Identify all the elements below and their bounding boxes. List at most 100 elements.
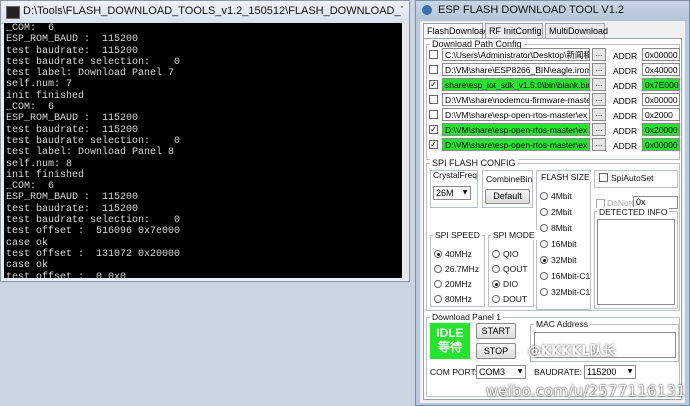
address-field[interactable]: 0x20000	[642, 123, 680, 136]
console-line: ESP_ROM_BAUD : 115200	[6, 113, 139, 125]
console-line: _COM: 6	[6, 23, 55, 34]
browse-button[interactable]: ...	[592, 138, 606, 151]
file-enable-checkbox[interactable]: ✓	[429, 140, 438, 149]
console-line: case ok	[6, 260, 49, 272]
addr-label: ADDR	[613, 111, 638, 121]
console-title: D:\Tools\FLASH_DOWNLOAD_TOOLS_v1.2_15051…	[23, 5, 403, 17]
default-button[interactable]: Default	[485, 189, 530, 204]
flash-size-radio[interactable]	[540, 240, 548, 248]
file-path-field[interactable]: D:\VM\share\ESP8266_BIN\eagle.irom0	[442, 63, 590, 76]
file-path-field[interactable]: share\esp_iot_sdk_v1.5.0\bin\blank.bin	[442, 78, 590, 91]
start-button[interactable]: START	[476, 323, 516, 339]
file-path-field[interactable]: D:\VM\share\esp-open-rtos-master\ex	[442, 108, 590, 121]
address-field[interactable]: 0x00000	[642, 48, 680, 61]
file-path-field[interactable]: D:\VM\share\nodemcu-firmware-maste	[442, 93, 590, 106]
spi-speed-radio[interactable]	[434, 295, 442, 303]
address-field[interactable]: 0x7E000	[642, 78, 680, 91]
baudrate-select[interactable]: 115200 ▼	[584, 365, 636, 379]
flash-size-radio[interactable]	[540, 224, 548, 232]
file-enable-checkbox[interactable]	[429, 65, 438, 74]
flash-size-option-label: 8Mbit	[551, 223, 572, 233]
console-line: test baudrate: 115200	[6, 124, 139, 136]
stop-button[interactable]: STOP	[476, 343, 516, 359]
spi-mode-radio[interactable]	[492, 265, 500, 273]
download-path-row: D:\VM\share\esp-open-rtos-master\ex... AD…	[424, 108, 682, 122]
address-field[interactable]: 0x00000	[642, 93, 680, 106]
tab-rf-init-config[interactable]: RF InitConfig	[485, 23, 543, 38]
spi-mode-radio[interactable]	[492, 280, 500, 288]
flash-size-radio[interactable]	[540, 288, 548, 296]
status-text-cn: 等待	[437, 340, 462, 354]
file-enable-checkbox[interactable]: ✓	[429, 125, 438, 134]
tab-flash-download[interactable]: FlashDownload	[423, 23, 489, 39]
spi-flash-config-label: SPI FLASH CONFIG	[430, 158, 518, 168]
console-scrollbar[interactable]	[403, 23, 409, 279]
download-path-row: C:\Users\Administrator\Desktop\新闻稿... ADD…	[424, 48, 682, 62]
browse-button[interactable]: ...	[592, 78, 606, 91]
browse-button[interactable]: ...	[592, 108, 606, 121]
tool-title: ESP FLASH DOWNLOAD TOOL V1.2	[438, 4, 625, 16]
com-port-select[interactable]: COM3 ▼	[476, 365, 526, 379]
spi-speed-radio[interactable]	[434, 265, 442, 273]
spi-auto-set-checkbox[interactable]	[599, 173, 608, 182]
addr-label: ADDR	[613, 96, 638, 106]
console-line: test baudrate selection: 0	[6, 56, 181, 68]
esp-app-icon	[422, 5, 432, 15]
console-line: test offset : 516096 0x7e000	[6, 226, 181, 238]
crystal-freq-select[interactable]: 26M ▼	[433, 186, 471, 200]
spi-speed-option-label: 26.7MHz	[445, 264, 480, 274]
spi-speed-option-label: 80MHz	[445, 294, 472, 304]
flash-size-label: FLASH SIZE	[539, 172, 592, 182]
file-path-field[interactable]: C:\Users\Administrator\Desktop\新闻稿	[442, 48, 590, 61]
console-line: test offset : 131072 0x20000	[6, 248, 181, 260]
flash-size-radio[interactable]	[540, 272, 548, 280]
browse-button[interactable]: ...	[592, 63, 606, 76]
spi-speed-option-label: 20MHz	[445, 279, 472, 289]
address-field[interactable]: 0x00000	[642, 138, 680, 151]
browse-button[interactable]: ...	[592, 123, 606, 136]
console-line: test offset : 0 0x0	[6, 271, 127, 278]
console-line: self.num: 7	[6, 79, 73, 91]
addr-label: ADDR	[613, 66, 638, 76]
console-line: test baudrate selection: 0	[6, 135, 181, 147]
spi-speed-label: SPI SPEED	[433, 230, 482, 240]
browse-button[interactable]: ...	[592, 48, 606, 61]
spi-mode-option-label: QOUT	[503, 264, 528, 274]
address-field[interactable]: 0x40000	[642, 63, 680, 76]
address-field[interactable]: 0x2000	[642, 108, 680, 121]
crystal-freq-label: CrystalFreq	[433, 170, 477, 180]
browse-button[interactable]: ...	[592, 93, 606, 106]
file-enable-checkbox[interactable]	[429, 110, 438, 119]
console-app-icon	[6, 6, 20, 19]
tool-titlebar[interactable]: ESP FLASH DOWNLOAD TOOL V1.2	[416, 1, 689, 21]
flash-size-radio[interactable]	[540, 208, 548, 216]
download-path-row: D:\VM\share\ESP8266_BIN\eagle.irom0... AD…	[424, 63, 682, 77]
spi-mode-option-label: QIO	[503, 249, 519, 259]
console-window[interactable]: D:\Tools\FLASH_DOWNLOAD_TOOLS_v1.2_15051…	[0, 0, 410, 282]
console-line: init finished	[6, 90, 85, 102]
console-line: _COM: 6	[6, 181, 55, 193]
detected-info-label: DETECTED INFO	[597, 207, 670, 217]
flash-size-option-label: 2Mbit	[551, 207, 572, 217]
tab-multi-download[interactable]: MultiDownload	[545, 23, 608, 38]
flash-size-radio[interactable]	[540, 192, 548, 200]
spi-speed-radio[interactable]	[434, 280, 442, 288]
console-line: test baudrate: 115200	[6, 203, 139, 215]
download-path-row: ✓ D:\VM\share\esp-open-rtos-master\ex... A…	[424, 123, 682, 137]
file-enable-checkbox[interactable]	[429, 95, 438, 104]
spi-mode-radio[interactable]	[492, 295, 500, 303]
file-enable-checkbox[interactable]	[429, 50, 438, 59]
download-path-row: ✓ D:\VM\share\esp-open-rtos-master\ex... A…	[424, 138, 682, 152]
status-text-en: IDLE	[436, 326, 464, 340]
com-port-value: COM3	[479, 367, 506, 377]
chevron-down-icon: ▼	[627, 368, 633, 375]
detected-info-textbox[interactable]	[597, 219, 675, 305]
file-path-field[interactable]: D:\VM\share\esp-open-rtos-master\ex	[442, 123, 590, 136]
console-titlebar[interactable]: D:\Tools\FLASH_DOWNLOAD_TOOLS_v1.2_15051…	[1, 1, 409, 24]
spi-mode-radio[interactable]	[492, 250, 500, 258]
file-enable-checkbox[interactable]: ✓	[429, 80, 438, 89]
file-path-field[interactable]: D:\VM\share\esp-open-rtos-master\ex	[442, 138, 590, 151]
download-panel-label: Download Panel 1	[430, 312, 503, 322]
flash-size-radio[interactable]	[540, 256, 548, 264]
spi-speed-radio[interactable]	[434, 250, 442, 258]
